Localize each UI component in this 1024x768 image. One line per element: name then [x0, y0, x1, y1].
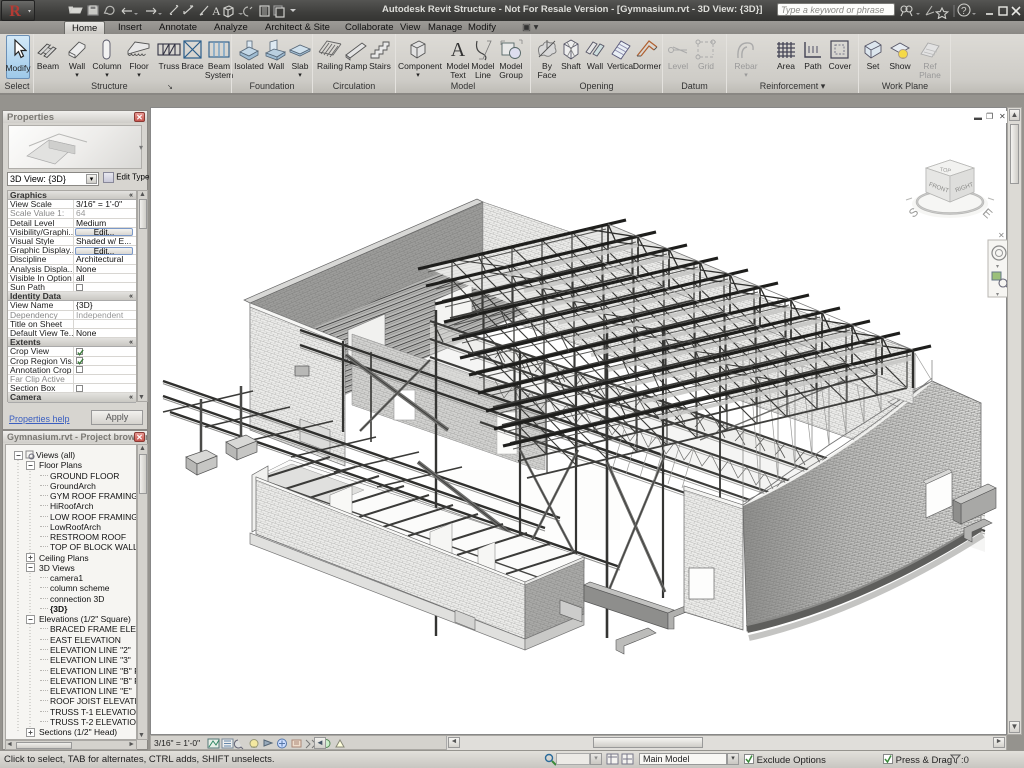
- svg-text:✕: ✕: [998, 231, 1005, 240]
- svg-text:?: ?: [961, 6, 967, 17]
- svg-text:A: A: [212, 4, 221, 18]
- svg-text:▾: ▾: [996, 264, 999, 270]
- svg-text:R: R: [9, 3, 21, 20]
- svg-text:▾: ▾: [996, 292, 999, 298]
- svg-text:A: A: [451, 39, 466, 61]
